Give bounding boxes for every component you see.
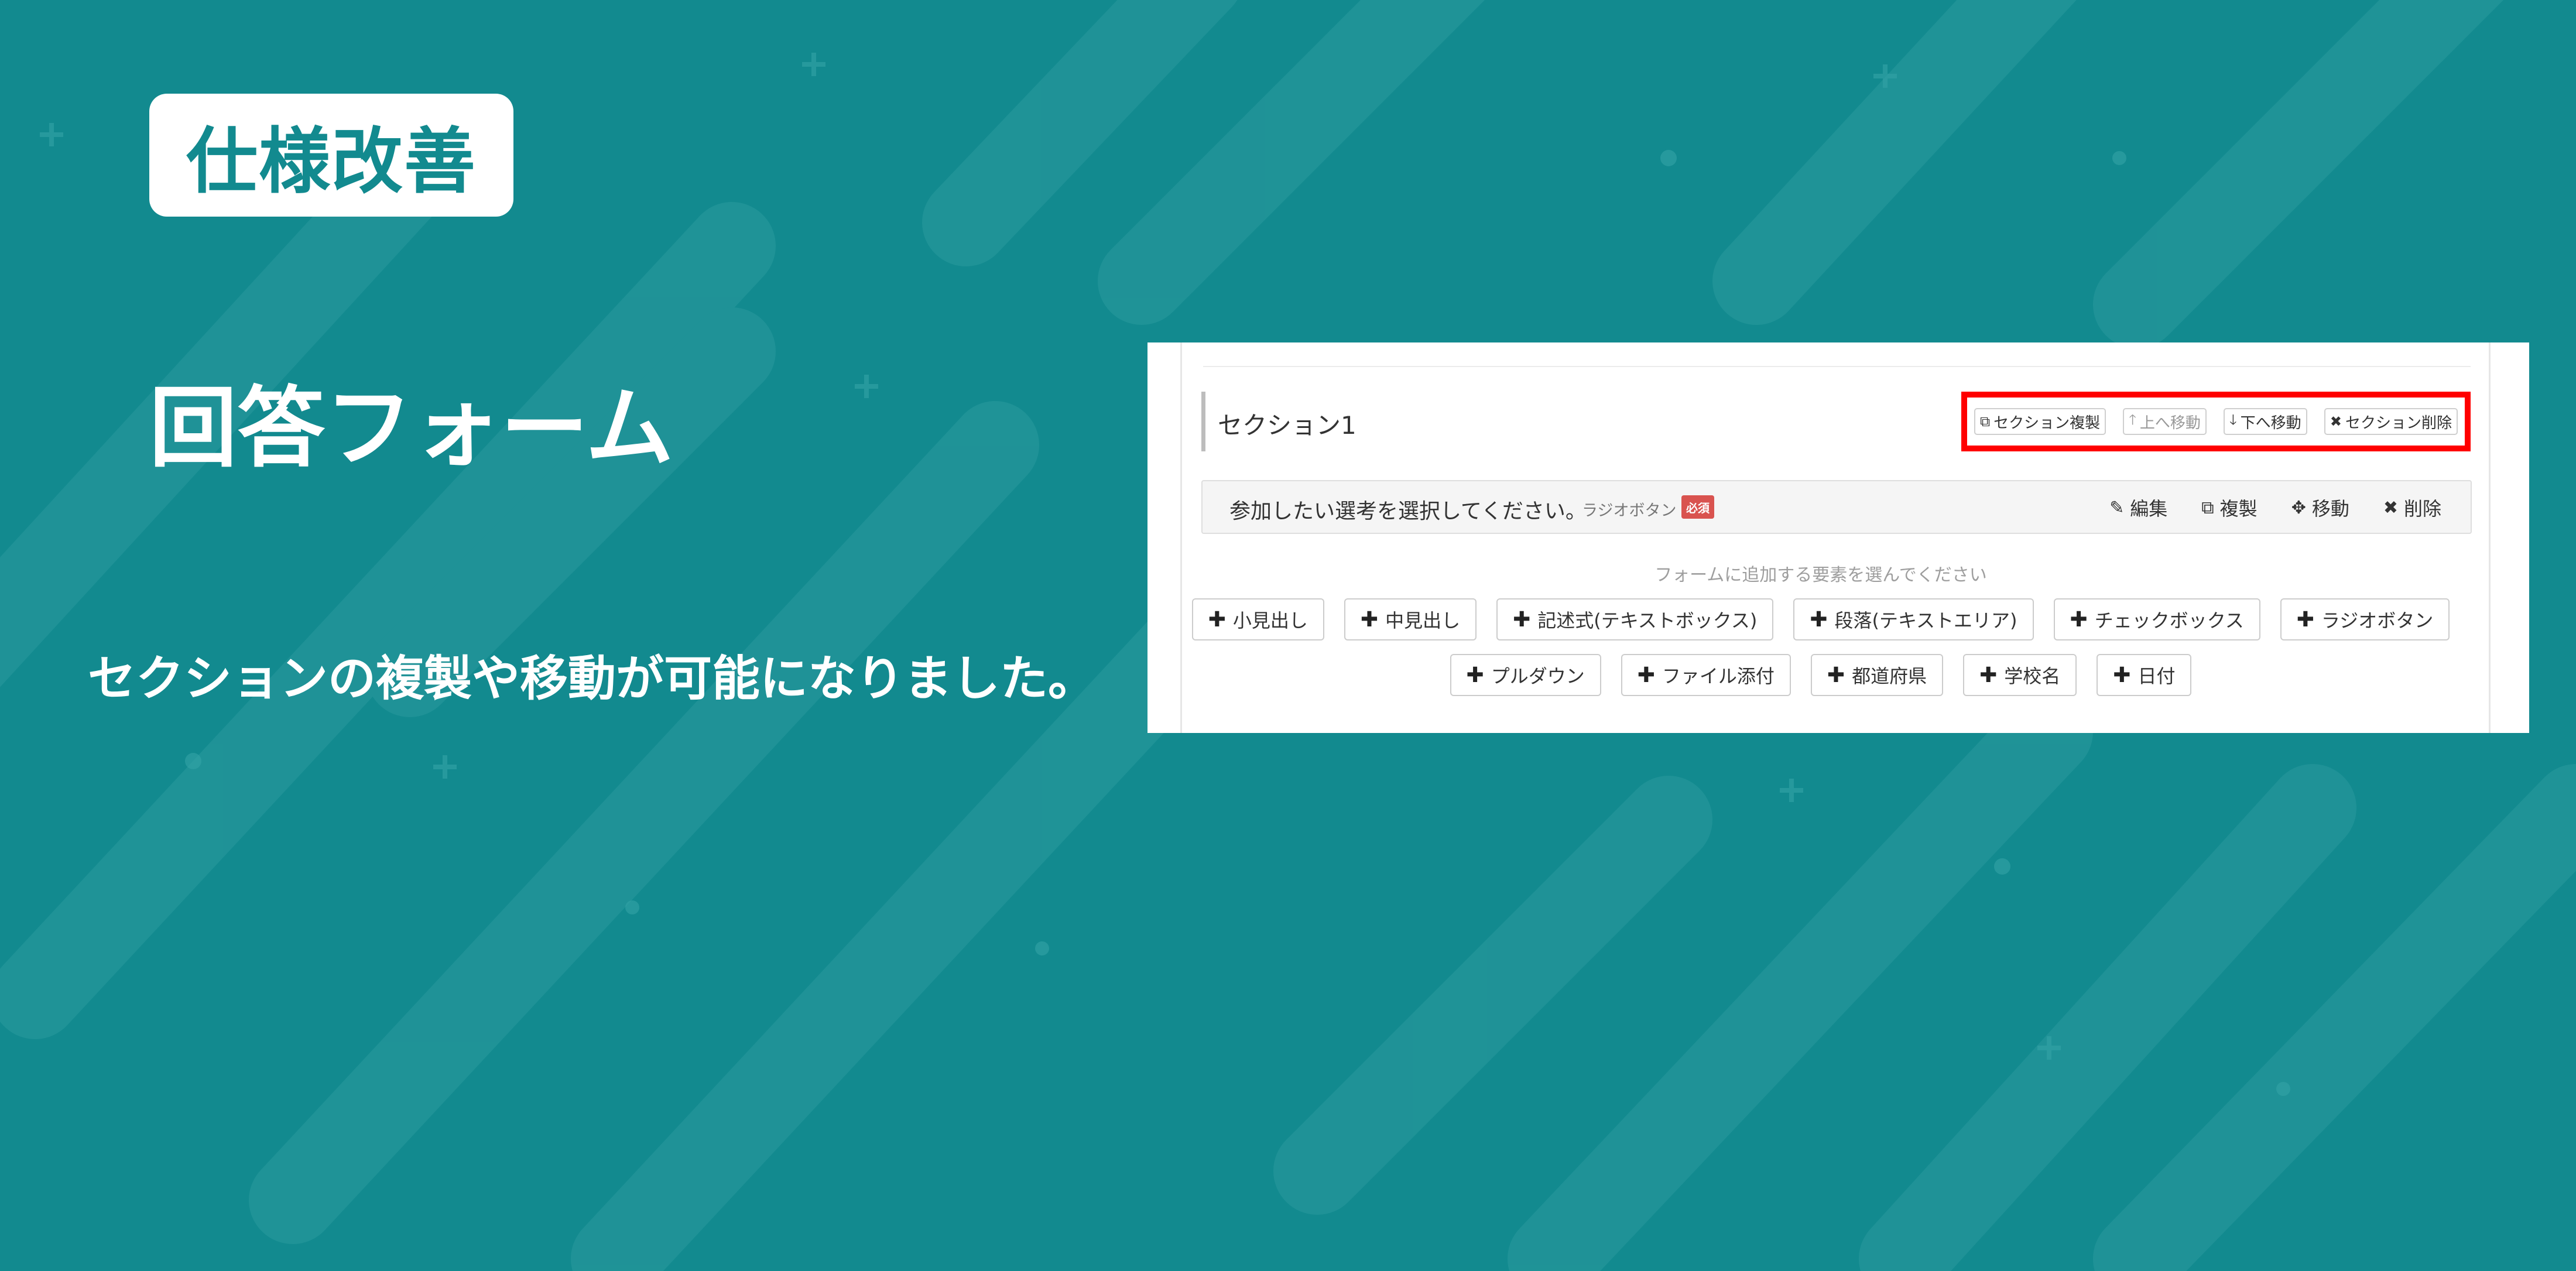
close-icon: ✖ [2383,497,2398,518]
form-screenshot-panel: セクション1 ⧉ セクション複製 🡑 上へ移動 🡓 下へ移動 ✖ セクション削除… [1147,342,2529,733]
add-element-hint: フォームに追加する要素を選んでください [1654,565,1987,585]
add-button-label: 記述式(テキストボックス) [1537,609,1758,632]
plus-icon: ✚ [2113,663,2131,687]
question-delete-label: 削除 [2403,498,2441,520]
section-delete-button[interactable]: ✖ セクション削除 [2324,408,2458,435]
question-move-label: 移動 [2311,498,2349,520]
question-item[interactable]: 参加したい選考を選択してください。 ラジオボタン 必須 ✎ 編集 ⧉ 複製 ✥ … [1201,480,2472,534]
add-prefecture-button[interactable]: ✚ 都道府県 [1810,654,1944,696]
plus-icon: ✚ [1637,663,1655,687]
add-radio-button[interactable]: ✚ ラジオボタン [2280,598,2450,640]
add-button-label: 小見出し [1232,609,1308,632]
add-button-label: 学校名 [2004,665,2061,687]
section-copy-label: セクション複製 [1993,414,2101,432]
add-school-name-button[interactable]: ✚ 学校名 [1963,654,2077,696]
plus-icon: ✚ [1513,607,1531,632]
add-file-attachment-button[interactable]: ✚ ファイル添付 [1621,654,1791,696]
section-accent-bar [1201,392,1205,451]
arrow-up-icon: 🡑 [2129,411,2136,428]
question-type: ラジオボタン [1582,502,1677,520]
question-copy-label: 複製 [2219,498,2258,520]
question-edit-button[interactable]: ✎ 編集 [2109,494,2167,521]
question-move-button[interactable]: ✥ 移動 [2291,494,2349,521]
add-button-label: 日付 [2137,665,2176,687]
plus-icon: ✚ [1810,607,1828,632]
section-move-down-label: 下へ移動 [2240,414,2301,432]
pencil-icon: ✎ [2109,497,2125,518]
required-badge: 必須 [1681,495,1714,519]
plus-icon: ✚ [1827,663,1845,687]
plus-icon: ✚ [1208,607,1226,632]
add-element-row-1: ✚ 小見出し ✚ 中見出し ✚ 記述式(テキストボックス) ✚ 段落(テキストエ… [1147,598,2494,640]
add-button-label: 段落(テキストエリア) [1834,609,2017,632]
add-button-label: ファイル添付 [1662,665,1775,687]
question-actions: ✎ 編集 ⧉ 複製 ✥ 移動 ✖ 削除 [2109,494,2441,521]
plus-icon: ✚ [2070,607,2088,632]
section-move-up-label: 上へ移動 [2139,414,2201,432]
category-tag-label: 仕様改善 [186,119,477,203]
section-move-up-button[interactable]: 🡑 上へ移動 [2123,408,2207,435]
plus-icon: ✚ [1466,663,1484,687]
question-delete-button[interactable]: ✖ 削除 [2383,494,2441,521]
section-title: セクション1 [1218,411,1356,440]
slide-description: セクションの複製や移動が可能になりました。 [88,651,1097,707]
panel-top-rule [1203,366,2471,367]
section-delete-label: セクション削除 [2345,414,2452,432]
question-copy-button[interactable]: ⧉ 複製 [2201,494,2257,521]
section-header: セクション1 ⧉ セクション複製 🡑 上へ移動 🡓 下へ移動 ✖ セクション削除 [1201,392,2472,451]
close-icon: ✖ [2330,413,2342,430]
slide-title: 回答フォーム [149,378,674,479]
section-actions-highlight: ⧉ セクション複製 🡑 上へ移動 🡓 下へ移動 ✖ セクション削除 [1961,392,2471,451]
move-icon: ✥ [2291,497,2306,518]
section-move-down-button[interactable]: 🡓 下へ移動 [2224,408,2307,435]
plus-icon: ✚ [1360,607,1379,632]
question-text: 参加したい選考を選択してください。 [1229,499,1587,523]
add-button-label: 中見出し [1385,609,1461,632]
add-button-label: チェックボックス [2094,609,2244,632]
add-element-row-2: ✚ プルダウン ✚ ファイル添付 ✚ 都道府県 ✚ 学校名 ✚ 日付 [1147,654,2494,696]
add-textarea-button[interactable]: ✚ 段落(テキストエリア) [1793,598,2034,640]
add-medium-heading-button[interactable]: ✚ 中見出し [1344,598,1477,640]
copy-icon: ⧉ [1980,413,1991,430]
add-button-label: プルダウン [1491,665,1585,687]
add-dropdown-button[interactable]: ✚ プルダウン [1450,654,1601,696]
add-date-button[interactable]: ✚ 日付 [2097,654,2192,696]
question-edit-label: 編集 [2130,498,2168,520]
category-tag: 仕様改善 [149,94,513,217]
plus-icon: ✚ [2296,607,2314,632]
add-button-label: ラジオボタン [2321,609,2434,632]
add-checkbox-button[interactable]: ✚ チェックボックス [2053,598,2260,640]
add-textbox-button[interactable]: ✚ 記述式(テキストボックス) [1496,598,1774,640]
section-copy-button[interactable]: ⧉ セクション複製 [1974,408,2106,435]
copy-icon: ⧉ [2201,497,2214,518]
add-button-label: 都道府県 [1852,665,1927,687]
add-small-heading-button[interactable]: ✚ 小見出し [1191,598,1324,640]
arrow-down-icon: 🡓 [2229,411,2237,428]
plus-icon: ✚ [1979,663,1998,687]
